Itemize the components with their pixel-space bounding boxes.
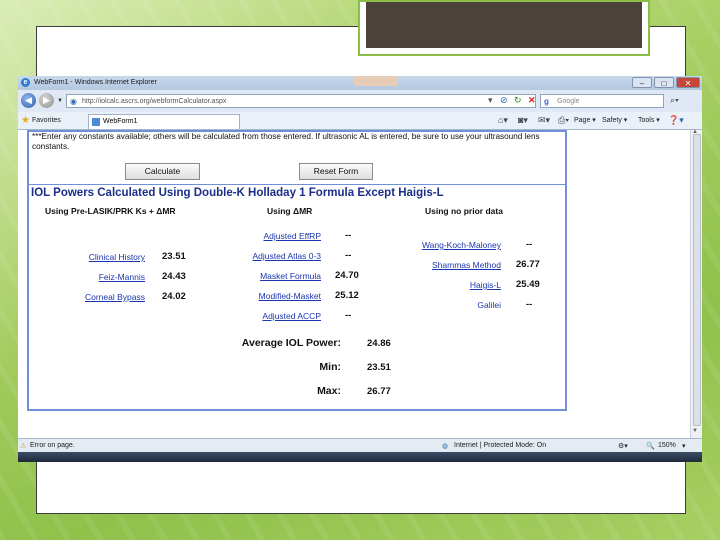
- adjusted-atlas-link[interactable]: Adjusted Atlas 0-3: [225, 251, 321, 261]
- back-button[interactable]: ◀: [21, 93, 36, 108]
- windows-taskbar: [18, 452, 702, 462]
- masket-formula-link[interactable]: Masket Formula: [225, 271, 321, 281]
- browser-tab[interactable]: WebForm1: [88, 114, 240, 129]
- home-icon[interactable]: ⌂▾: [498, 115, 508, 125]
- search-icon[interactable]: ⌕▾: [670, 95, 679, 106]
- address-url: http://iolcalc.ascrs.org/webformCalculat…: [82, 98, 227, 105]
- corneal-bypass-link[interactable]: Corneal Bypass: [49, 292, 145, 302]
- tools-menu[interactable]: Tools ▾: [638, 116, 660, 124]
- slide-title-box: [358, 0, 650, 56]
- window-title: WebForm1 - Windows Internet Explorer: [34, 79, 157, 86]
- clinical-history-link[interactable]: Clinical History: [49, 252, 145, 262]
- adjusted-effrp-link[interactable]: Adjusted EffRP: [225, 231, 322, 241]
- mail-icon[interactable]: ✉▾: [538, 115, 550, 125]
- refresh-icon[interactable]: ↻: [514, 95, 522, 106]
- favorites-button[interactable]: Favorites: [32, 117, 61, 124]
- zoom-dropdown-icon[interactable]: ▾: [682, 442, 686, 450]
- history-dropdown-icon[interactable]: ▼: [57, 98, 63, 104]
- vertical-scrollbar[interactable]: ▲ ▼: [690, 129, 702, 438]
- tab-title: WebForm1: [103, 118, 138, 125]
- modified-masket-value: 25.12: [335, 290, 359, 301]
- reset-form-button[interactable]: Reset Form: [299, 163, 373, 180]
- maximize-button[interactable]: □: [654, 77, 674, 88]
- search-box[interactable]: g Google: [540, 94, 664, 108]
- adjusted-effrp-value: --: [345, 230, 352, 241]
- haigis-l-value: 25.49: [516, 279, 540, 290]
- tab-page-icon: [92, 118, 100, 126]
- titlebar-highlight: [354, 76, 398, 86]
- instructions-note: ***Enter any constants available; others…: [32, 132, 540, 151]
- navigation-bar: ◀ ▶ ▼ ◉ http://iolcalc.ascrs.org/webform…: [18, 90, 702, 112]
- wang-koch-maloney-link[interactable]: Wang-Koch-Maloney: [385, 240, 501, 250]
- scrollbar-thumb[interactable]: [693, 134, 701, 426]
- average-iol-label: Average IOL Power:: [241, 337, 341, 349]
- wang-koch-maloney-value: --: [526, 239, 533, 250]
- adjusted-atlas-value: --: [345, 250, 352, 261]
- security-zone-text: Internet | Protected Mode: On: [454, 442, 547, 449]
- calculator-form: ***Enter any constants available; others…: [27, 130, 567, 411]
- feeds-icon[interactable]: ◙▾: [518, 115, 528, 125]
- warning-icon[interactable]: ⚠: [20, 442, 26, 450]
- modified-masket-link[interactable]: Modified-Masket: [225, 291, 321, 301]
- results-title: IOL Powers Calculated Using Double-K Hol…: [31, 187, 444, 199]
- section-divider: [29, 184, 565, 185]
- print-icon[interactable]: ⎙▾: [558, 115, 569, 125]
- average-iol-value: 24.86: [367, 338, 391, 349]
- feiz-mannis-value: 24.43: [162, 271, 186, 282]
- max-label: Max:: [317, 385, 341, 397]
- safety-menu[interactable]: Safety ▾: [602, 116, 627, 124]
- ie-logo-icon: e: [21, 78, 30, 87]
- slide-title-fill: [366, 2, 642, 48]
- clinical-history-value: 23.51: [162, 251, 186, 262]
- shammas-method-link[interactable]: Shammas Method: [385, 260, 501, 270]
- forward-button[interactable]: ▶: [39, 93, 54, 108]
- zoom-icon[interactable]: 🔍: [646, 442, 655, 450]
- window-titlebar: e WebForm1 - Windows Internet Explorer –…: [18, 76, 702, 90]
- address-dropdown-icon[interactable]: ▾: [488, 95, 493, 106]
- browser-screenshot: e WebForm1 - Windows Internet Explorer –…: [18, 76, 702, 462]
- min-label: Min:: [319, 361, 341, 373]
- calculate-button[interactable]: Calculate: [125, 163, 200, 180]
- search-placeholder: Google: [557, 98, 580, 105]
- column-header-delta-mr: Using ΔMR: [267, 206, 313, 216]
- zoom-level[interactable]: 150%: [658, 442, 676, 449]
- column-header-pre-lasik: Using Pre-LASIK/PRK Ks + ΔMR: [45, 206, 176, 216]
- status-tools-icon[interactable]: ⚙▾: [618, 442, 628, 450]
- google-icon: g: [544, 97, 549, 106]
- min-value: 23.51: [367, 362, 391, 373]
- feiz-mannis-link[interactable]: Feiz-Mannis: [49, 272, 145, 282]
- internet-zone-icon: ◍: [442, 443, 449, 450]
- favorites-star-icon[interactable]: ★: [21, 115, 30, 126]
- page-menu[interactable]: Page ▾: [574, 116, 596, 124]
- help-icon[interactable]: ❓▾: [668, 115, 684, 125]
- haigis-l-link[interactable]: Haigis-L: [385, 280, 501, 290]
- corneal-bypass-value: 24.02: [162, 291, 186, 302]
- status-text: Error on page.: [30, 442, 75, 449]
- minimize-button[interactable]: –: [632, 77, 652, 88]
- max-value: 26.77: [367, 386, 391, 397]
- shammas-method-value: 26.77: [516, 259, 540, 270]
- status-bar: ⚠ Error on page. ◍ Internet | Protected …: [18, 438, 702, 452]
- masket-formula-value: 24.70: [335, 270, 359, 281]
- close-button[interactable]: ✕: [676, 77, 700, 88]
- galilei-value: --: [526, 299, 533, 310]
- adjusted-accp-link[interactable]: Adjusted ACCP: [225, 311, 321, 321]
- page-content: ***Enter any constants available; others…: [18, 129, 702, 438]
- page-icon: ◉: [70, 97, 77, 106]
- scroll-down-icon[interactable]: ▼: [692, 428, 698, 434]
- stop-icon[interactable]: ✕: [528, 95, 536, 106]
- column-header-no-prior-data: Using no prior data: [425, 206, 503, 216]
- favorites-bar: ★ Favorites WebForm1 ⌂▾ ◙▾ ✉▾ ⎙▾ Page ▾ …: [18, 112, 702, 130]
- compatibility-view-icon[interactable]: ⊘: [500, 95, 508, 106]
- adjusted-accp-value: --: [345, 310, 352, 321]
- galilei-link[interactable]: Galilei: [385, 300, 501, 310]
- address-bar[interactable]: ◉ http://iolcalc.ascrs.org/webformCalcul…: [66, 94, 536, 108]
